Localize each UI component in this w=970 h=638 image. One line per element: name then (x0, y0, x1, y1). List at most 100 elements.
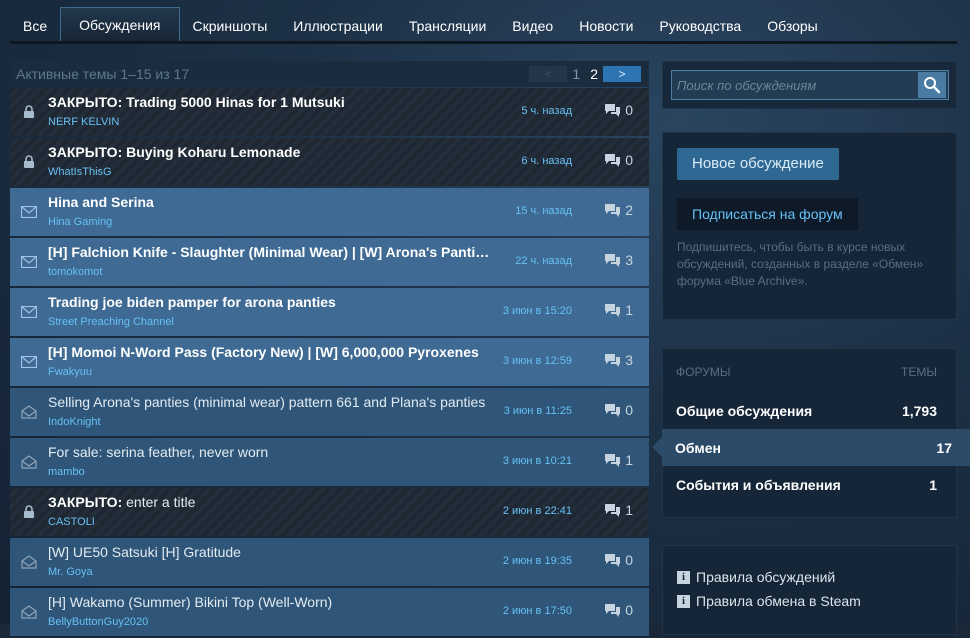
replies-icon (605, 403, 621, 417)
next-page-button[interactable]: > (603, 66, 641, 82)
replies-icon (605, 153, 621, 167)
search-input[interactable] (672, 71, 918, 99)
topic-time: 3 июн в 10:21 (502, 455, 572, 467)
topic-row[interactable]: [H] Falchion Knife - Slaughter (Minimal … (10, 238, 649, 286)
search-button[interactable] (918, 72, 946, 98)
topic-author[interactable]: BellyButtonGuy2020 (48, 616, 649, 628)
topic-title-text: Trading 5000 Hinas for 1 Mutsuki (122, 94, 345, 110)
lock-icon (10, 138, 48, 186)
topic-replies: 2 (604, 202, 633, 218)
topic-title-text: [H] Falchion Knife - Slaughter (Minimal … (48, 244, 490, 260)
search-icon (924, 77, 941, 94)
topic-author[interactable]: mambo (48, 466, 649, 478)
reply-count: 1 (625, 452, 633, 468)
topic-row[interactable]: ЗАКРЫТО: enter a title CASTOLI 2 июн в 22:… (10, 488, 649, 536)
topic-row[interactable]: Hina and Serina Hina Gaming 15 ч. назад 2 (10, 188, 649, 236)
topic-author[interactable]: Mr. Goya (48, 566, 649, 578)
forum-item[interactable]: Обмен 17 (652, 429, 970, 466)
reply-count: 0 (625, 602, 633, 618)
forum-item[interactable]: Общие обсуждения 1,793 (663, 392, 956, 429)
reply-count: 1 (625, 502, 633, 518)
reply-count: 0 (625, 402, 633, 418)
topic-author[interactable]: CASTOLI (48, 516, 649, 528)
reply-count: 3 (625, 252, 633, 268)
open-envelope-icon (10, 588, 48, 636)
tab-4[interactable]: Трансляции (396, 10, 499, 41)
topic-title-text: Buying Koharu Lemonade (122, 144, 301, 160)
rules-link-label: Правила обсуждений (696, 569, 836, 585)
topic-row[interactable]: ЗАКРЫТО: Buying Koharu Lemonade WhatIsThi… (10, 138, 649, 186)
topic-title[interactable]: Hina and Serina (48, 194, 490, 210)
topic-title-text: Selling Arona's panties (minimal wear) p… (48, 394, 486, 410)
topic-time: 3 июн в 11:25 (503, 405, 572, 417)
rules-panel: i Правила обсуждений i Правила обмена в Ste… (662, 545, 957, 635)
topic-title[interactable]: [H] Momoi N-Word Pass (Factory New) | [W… (48, 344, 490, 360)
topic-row[interactable]: Selling Arona's panties (minimal wear) p… (10, 388, 649, 436)
list-header: Активные темы 1–15 из 17 < 1 2 > (10, 61, 649, 87)
forum-item[interactable]: События и объявления 1 (663, 466, 956, 503)
topic-author[interactable]: NERF KELVIN (48, 116, 649, 128)
rules-link[interactable]: i Правила обмена в Steam (677, 589, 956, 613)
tab-0[interactable]: Все (10, 10, 60, 41)
topic-count: Активные темы 1–15 из 17 (16, 66, 190, 82)
topic-title-text: Hina and Serina (48, 194, 154, 210)
tab-5[interactable]: Видео (499, 10, 566, 41)
topic-title[interactable]: [H] Falchion Knife - Slaughter (Minimal … (48, 244, 490, 260)
replies-icon (605, 453, 621, 467)
topic-author[interactable]: Street Preaching Channel (48, 316, 649, 328)
locked-prefix: ЗАКРЫТО: (48, 144, 123, 160)
info-icon: i (677, 594, 690, 608)
rules-link[interactable]: i Правила обсуждений (677, 565, 956, 589)
topic-author[interactable]: Hina Gaming (48, 216, 649, 228)
tab-1[interactable]: Обсуждения (60, 7, 180, 41)
topic-row[interactable]: For sale: serina feather, never worn mamb… (10, 438, 649, 486)
topic-time: 3 июн в 12:59 (502, 355, 572, 367)
topic-replies: 3 (604, 352, 633, 368)
tab-8[interactable]: Обзоры (754, 10, 831, 41)
topic-author[interactable]: IndoKnight (48, 416, 649, 428)
tab-bar: Все Обсуждения Скриншоты Иллюстрации Трансля… (10, 7, 957, 44)
envelope-icon (10, 338, 48, 386)
tab-2[interactable]: Скриншоты (180, 10, 281, 41)
topic-row[interactable]: [W] UE50 Satsuki [H] Gratitude Mr. Goya 2 … (10, 538, 649, 586)
topic-list: ЗАКРЫТО: Trading 5000 Hinas for 1 Mutsuk… (10, 88, 649, 638)
topic-title[interactable]: [H] Wakamo (Summer) Bikini Top (Well-Wor… (48, 594, 490, 610)
topic-title[interactable]: [W] UE50 Satsuki [H] Gratitude (48, 544, 490, 560)
topic-row[interactable]: ЗАКРЫТО: Trading 5000 Hinas for 1 Mutsuk… (10, 88, 649, 136)
topic-replies: 0 (604, 402, 633, 418)
new-topic-button[interactable]: Новое обсуждение (677, 148, 839, 180)
topic-author[interactable]: Fwakyuu (48, 366, 649, 378)
topic-row[interactable]: [H] Momoi N-Word Pass (Factory New) | [W… (10, 338, 649, 386)
topic-time: 15 ч. назад (515, 205, 572, 217)
topic-row[interactable]: [H] Wakamo (Summer) Bikini Top (Well-Wor… (10, 588, 649, 636)
topic-title[interactable]: ЗАКРЫТО: Buying Koharu Lemonade (48, 144, 490, 160)
topic-title-text: For sale: serina feather, never worn (48, 444, 269, 460)
topic-row[interactable]: Trading joe biden pamper for arona panti… (10, 288, 649, 336)
forums-header-label: ФОРУМЫ (676, 365, 731, 379)
replies-icon (605, 603, 621, 617)
open-envelope-icon (10, 388, 48, 436)
topic-title[interactable]: ЗАКРЫТО: Trading 5000 Hinas for 1 Mutsuk… (48, 94, 490, 110)
prev-page-button[interactable]: < (529, 66, 568, 82)
topic-replies: 0 (604, 602, 633, 618)
topic-replies: 0 (604, 552, 633, 568)
tab-3[interactable]: Иллюстрации (280, 10, 396, 41)
topic-time: 2 июн в 19:35 (502, 555, 572, 567)
topic-title[interactable]: Selling Arona's panties (minimal wear) p… (48, 394, 490, 410)
subscribe-button[interactable]: Подписаться на форум (677, 198, 858, 230)
envelope-icon (10, 288, 48, 336)
reply-count: 3 (625, 352, 633, 368)
page-2-current: 2 (590, 66, 598, 82)
topic-author[interactable]: WhatIsThisG (48, 166, 649, 178)
tab-7[interactable]: Руководства (646, 10, 754, 41)
pager: < 1 2 > (529, 66, 641, 82)
replies-icon (605, 103, 621, 117)
open-envelope-icon (10, 538, 48, 586)
topic-title[interactable]: Trading joe biden pamper for arona panti… (48, 294, 490, 310)
envelope-icon (10, 238, 48, 286)
topic-author[interactable]: tomokomot (48, 266, 649, 278)
tab-6[interactable]: Новости (566, 10, 646, 41)
topic-title[interactable]: ЗАКРЫТО: enter a title (48, 494, 490, 510)
page-1-link[interactable]: 1 (572, 66, 580, 82)
topic-title[interactable]: For sale: serina feather, never worn (48, 444, 490, 460)
